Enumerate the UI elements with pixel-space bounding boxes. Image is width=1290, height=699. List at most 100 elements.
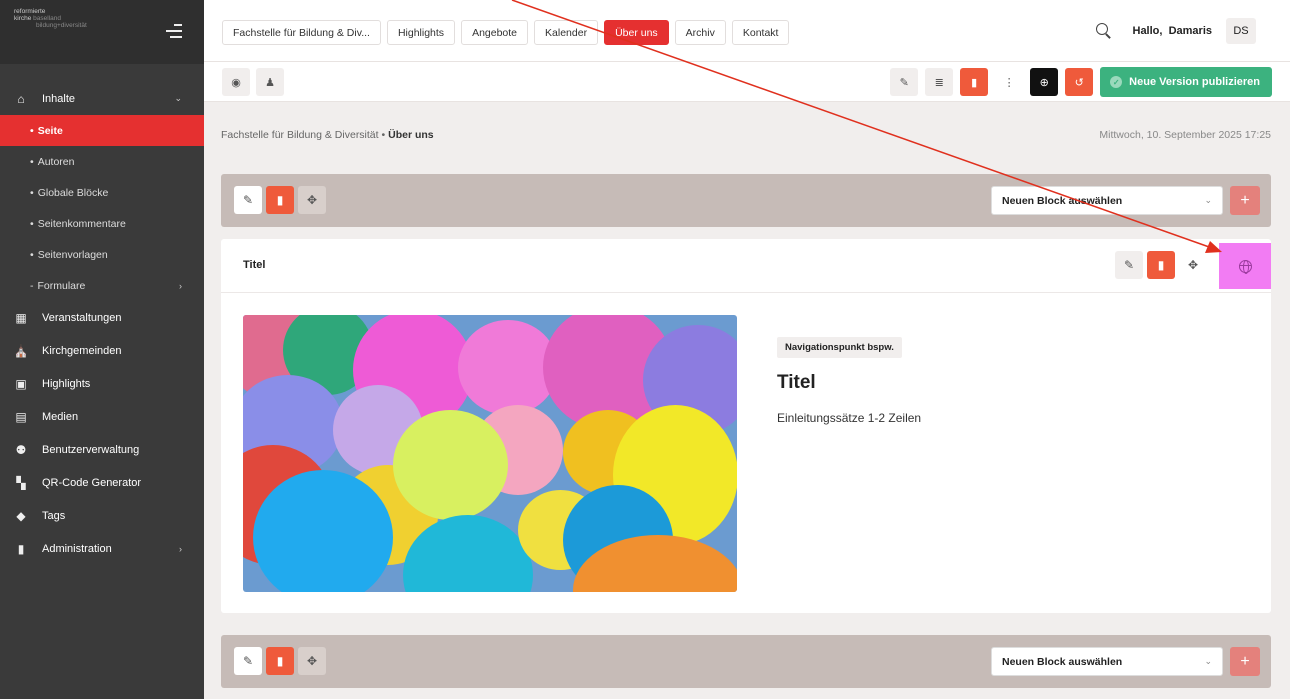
media-icon: ▤ xyxy=(15,409,27,424)
block-select[interactable]: Neuen Block auswählen ⌄ xyxy=(991,186,1223,215)
home-icon: ⌂ xyxy=(17,91,25,106)
delete-block-button[interactable]: ▮ xyxy=(266,186,294,214)
preview-button[interactable]: ◉ xyxy=(222,68,250,96)
pencil-icon: ✎ xyxy=(1123,258,1135,272)
sidebar-item-seitenvorlagen[interactable]: • Seitenvorlagen xyxy=(0,239,204,270)
sidebar-item-autoren[interactable]: • Autoren xyxy=(0,146,204,177)
sidebar-item-label: Veranstaltungen xyxy=(42,311,122,324)
add-block-button[interactable]: + xyxy=(1230,647,1260,676)
sidebar-item-seite[interactable]: • Seite xyxy=(0,115,204,146)
content-intro: Einleitungssätze 1-2 Zeilen xyxy=(777,411,922,425)
sidebar-item-label: Kirchgemeinden xyxy=(42,344,122,357)
breadcrumb-parent[interactable]: Fachstelle für Bildung & Diversität xyxy=(221,129,379,141)
logo-line: bildung+diversität xyxy=(36,22,87,29)
chevron-right-icon: › xyxy=(179,543,182,554)
undo-icon: ↺ xyxy=(1074,76,1084,89)
user-name: Damaris xyxy=(1168,25,1212,37)
breadcrumb-current: Über uns xyxy=(388,129,434,141)
sidebar-item-label: Seitenkommentare xyxy=(37,217,126,230)
tab-kontakt[interactable]: Kontakt xyxy=(731,20,790,45)
tab-ueber-uns[interactable]: Über uns xyxy=(604,20,669,45)
chevron-down-icon: ⌄ xyxy=(174,93,182,103)
page-toolbar: ◉ ♟ ✎ ≣ ▮ ⋮ ⊕ ↺ ✓ Neue Version publizier… xyxy=(204,62,1290,102)
edit-block-button[interactable]: ✎ xyxy=(234,647,262,675)
check-icon: ✓ xyxy=(1110,76,1123,88)
sidebar-item-qr-code[interactable]: ▚ QR-Code Generator xyxy=(0,466,204,499)
page-tabs: Fachstelle für Bildung & Div... Highligh… xyxy=(222,20,790,45)
delete-block-button[interactable]: ▮ xyxy=(266,647,294,675)
sidebar-item-label: Administration xyxy=(42,542,112,555)
sidebar-item-label: Globale Blöcke xyxy=(37,186,109,199)
sidebar-item-benutzerverwaltung[interactable]: ⚉ Benutzerverwaltung xyxy=(0,433,204,466)
move-block-handle[interactable]: ✥ xyxy=(1179,251,1207,279)
avatar[interactable]: DS xyxy=(1226,18,1256,44)
plus-icon: + xyxy=(1240,191,1250,209)
sidebar-item-label: QR-Code Generator xyxy=(42,476,142,489)
sidebar-item-globale-bloecke[interactable]: • Globale Blöcke xyxy=(0,177,204,208)
block-select[interactable]: Neuen Block auswählen ⌄ xyxy=(991,647,1223,676)
tab-angebote[interactable]: Angebote xyxy=(461,20,529,45)
language-button[interactable] xyxy=(1219,243,1271,289)
more-vertical-icon: ⋮ xyxy=(1003,76,1015,89)
content-block-header: Titel ✎ ▮ ✥ ❐ xyxy=(221,239,1271,293)
tab-archiv[interactable]: Archiv xyxy=(674,20,726,45)
top-bar: Fachstelle für Bildung & Div... Highligh… xyxy=(204,0,1290,62)
sidebar-item-label: Seitenvorlagen xyxy=(37,248,108,261)
move-icon: ✥ xyxy=(306,193,318,207)
block-select-value: Neuen Block auswählen xyxy=(1002,655,1123,668)
publish-button[interactable]: ✓ Neue Version publizieren xyxy=(1100,67,1272,97)
trash-icon: ▮ xyxy=(276,193,284,207)
menu-toggle-icon[interactable] xyxy=(166,24,182,42)
sidebar-item-label: Autoren xyxy=(37,155,75,168)
plus-circle-icon: ⊕ xyxy=(1039,76,1049,89)
publish-label: Neue Version publizieren xyxy=(1129,76,1260,88)
edit-block-button[interactable]: ✎ xyxy=(234,186,262,214)
sidebar-item-seitenkommentare[interactable]: • Seitenkommentare xyxy=(0,208,204,239)
revert-button[interactable]: ↺ xyxy=(1065,68,1094,96)
edit-page-button[interactable]: ✎ xyxy=(890,68,919,96)
block-select-value: Neuen Block auswählen xyxy=(1002,194,1123,207)
trash-icon: ▮ xyxy=(971,76,978,89)
edit-block-button[interactable]: ✎ xyxy=(1115,251,1143,279)
breadcrumb: Fachstelle für Bildung & Diversität • Üb… xyxy=(221,129,434,141)
sidebar-item-label: Tags xyxy=(42,509,66,522)
chevron-down-icon: ⌄ xyxy=(1204,656,1212,666)
pencil-icon: ✎ xyxy=(242,654,254,668)
sidebar-item-kirchgemeinden[interactable]: ⛪ Kirchgemeinden xyxy=(0,334,204,367)
move-icon: ✥ xyxy=(1187,258,1199,272)
add-block-button[interactable]: + xyxy=(1230,186,1260,215)
users-icon: ⚉ xyxy=(15,442,27,457)
calendar-icon: ▦ xyxy=(15,310,27,325)
content-block: Titel ✎ ▮ ✥ ❐ Navigationspunkt bspw. Tit… xyxy=(221,239,1271,613)
user-area: Hallo, Damaris DS xyxy=(1095,18,1256,44)
sidebar-item-veranstaltungen[interactable]: ▦ Veranstaltungen xyxy=(0,301,204,334)
sidebar-item-inhalte[interactable]: ⌂ Inhalte ⌄ xyxy=(0,82,204,115)
logo[interactable]: reformierte kirche baselland bildung+div… xyxy=(14,8,114,29)
tab-fachstelle[interactable]: Fachstelle für Bildung & Div... xyxy=(222,20,381,45)
search-icon[interactable] xyxy=(1095,22,1113,40)
sidebar-item-highlights[interactable]: ▣ Highlights xyxy=(0,367,204,400)
sidebar-item-label: Seite xyxy=(37,124,63,137)
database-button[interactable]: ≣ xyxy=(925,68,954,96)
sidebar-item-tags[interactable]: ◆ Tags xyxy=(0,499,204,532)
qr-code-icon: ▚ xyxy=(16,475,26,490)
add-button[interactable]: ⊕ xyxy=(1030,68,1059,96)
tab-highlights[interactable]: Highlights xyxy=(386,20,456,45)
pencil-icon: ✎ xyxy=(899,76,909,89)
delete-page-button[interactable]: ▮ xyxy=(960,68,989,96)
author-button[interactable]: ♟ xyxy=(256,68,284,96)
more-options-button[interactable]: ⋮ xyxy=(995,68,1024,96)
breadcrumb-separator: • xyxy=(381,129,386,141)
delete-block-button[interactable]: ▮ xyxy=(1147,251,1175,279)
move-block-handle[interactable]: ✥ xyxy=(298,186,326,214)
sidebar-item-administration[interactable]: ▮ Administration › xyxy=(0,532,204,565)
globe-icon xyxy=(1238,259,1252,274)
eye-icon: ◉ xyxy=(231,76,241,89)
sidebar-item-medien[interactable]: ▤ Medien xyxy=(0,400,204,433)
sidebar-item-label: Benutzerverwaltung xyxy=(42,443,140,456)
trash-icon: ▮ xyxy=(276,654,284,668)
tab-kalender[interactable]: Kalender xyxy=(534,20,599,45)
sidebar-item-formulare[interactable]: - Formulare › xyxy=(0,270,204,301)
sidebar: reformierte kirche baselland bildung+div… xyxy=(0,0,204,699)
move-block-handle[interactable]: ✥ xyxy=(298,647,326,675)
